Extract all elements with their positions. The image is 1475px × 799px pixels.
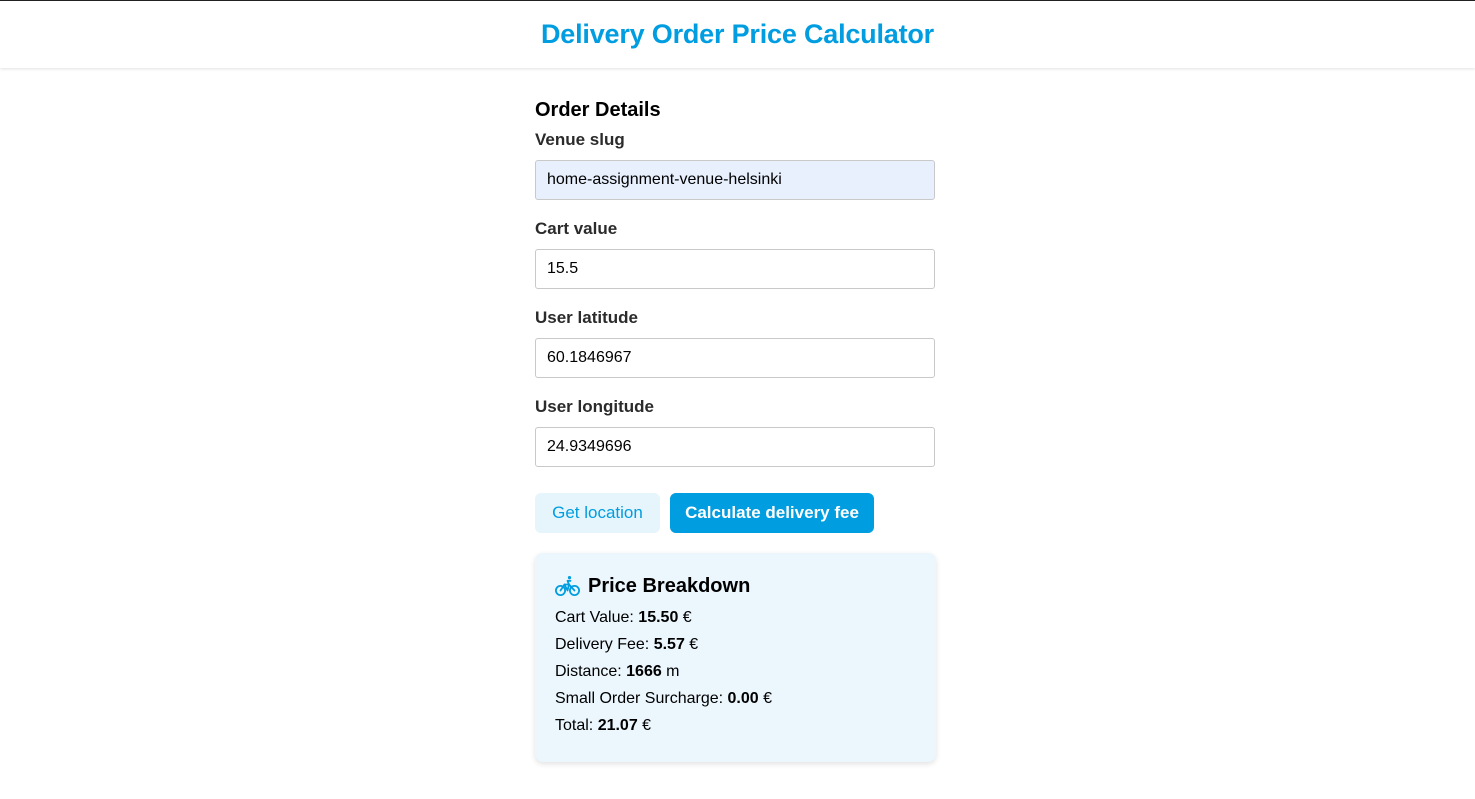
cart-value-field: Cart value (535, 216, 935, 289)
total-unit: € (637, 717, 652, 734)
cart-value-row-label: Cart Value: (555, 609, 639, 626)
order-form-container: Order Details Venue slug Cart value User… (535, 96, 936, 762)
cart-value-amount: 15.50 (638, 609, 679, 626)
user-latitude-field: User latitude (535, 305, 935, 378)
delivery-fee-row: Delivery Fee: 5.57 € (555, 631, 916, 658)
price-breakdown-title: Price Breakdown (588, 574, 751, 597)
cart-value-label: Cart value (535, 219, 618, 238)
delivery-fee-amount: 5.57 (653, 636, 685, 653)
page-title: Delivery Order Price Calculator (541, 19, 934, 49)
get-location-button[interactable]: Get location (535, 493, 660, 533)
price-breakdown-header: Price Breakdown (555, 573, 916, 599)
price-breakdown-rows: Cart Value: 15.50 € Delivery Fee: 5.57 €… (555, 604, 916, 739)
small-order-surcharge-row: Small Order Surcharge: 0.00 € (555, 685, 916, 712)
bicycle-icon (555, 575, 580, 597)
delivery-fee-unit: € (684, 636, 699, 653)
delivery-fee-row-label: Delivery Fee: (555, 636, 654, 653)
total-row-label: Total: (555, 717, 598, 734)
user-longitude-input[interactable] (535, 427, 935, 467)
cart-value-input[interactable] (535, 249, 935, 289)
calculate-delivery-fee-button[interactable]: Calculate delivery fee (670, 493, 874, 533)
app-header: Delivery Order Price Calculator (0, 1, 1475, 68)
distance-amount: 1666 (626, 663, 662, 680)
price-breakdown-panel: Price Breakdown Cart Value: 15.50 € Deli… (535, 553, 936, 762)
order-details-heading: Order Details (535, 99, 661, 121)
cart-value-row: Cart Value: 15.50 € (555, 604, 916, 631)
user-latitude-input[interactable] (535, 338, 935, 378)
small-order-surcharge-unit: € (758, 690, 772, 707)
venue-slug-field: Venue slug (535, 127, 935, 200)
small-order-surcharge-amount: 0.00 (727, 690, 759, 707)
venue-slug-label: Venue slug (535, 130, 625, 149)
total-row: Total: 21.07 € (555, 712, 916, 739)
user-longitude-label: User longitude (535, 397, 655, 416)
user-latitude-label: User latitude (535, 308, 638, 327)
action-buttons: Get location Calculate delivery fee (535, 493, 935, 533)
distance-row: Distance: 1666 m (555, 658, 916, 685)
venue-slug-input[interactable] (535, 160, 935, 200)
distance-row-label: Distance: (555, 663, 627, 680)
user-longitude-field: User longitude (535, 394, 935, 467)
distance-unit: m (661, 663, 680, 680)
small-order-surcharge-row-label: Small Order Surcharge: (555, 690, 728, 707)
cart-value-unit: € (678, 609, 692, 626)
total-amount: 21.07 (597, 717, 638, 734)
